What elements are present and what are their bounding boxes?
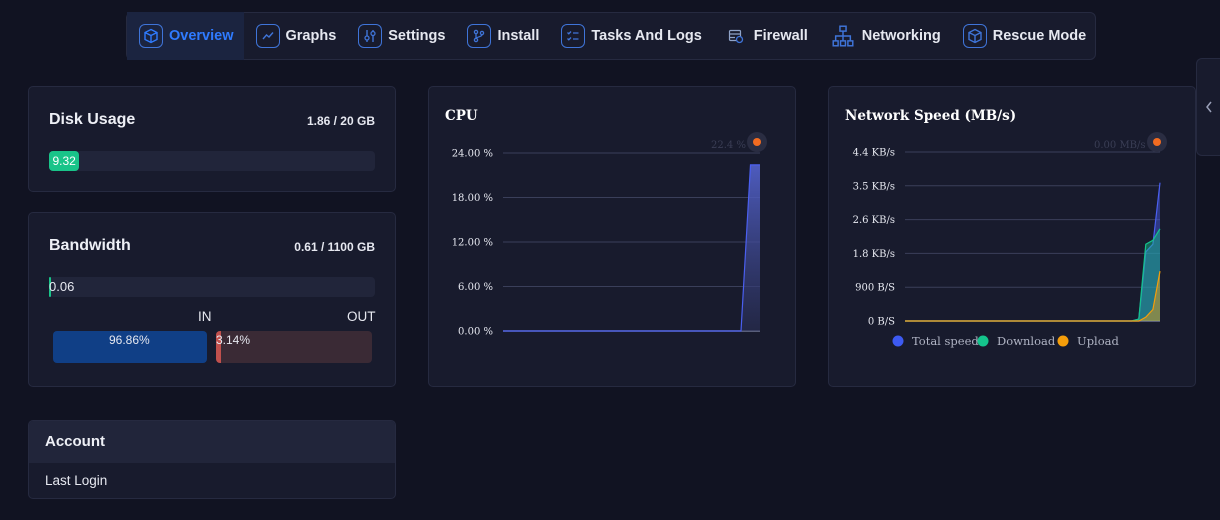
disk-usage-card: Disk Usage 1.86 / 20 GB 9.32 <box>28 86 396 192</box>
cube-icon <box>962 24 987 48</box>
git-branch-icon <box>467 24 492 48</box>
legend-total-marker <box>892 335 904 347</box>
cpu-chart-card: CPU 24.00 % 18.00 % 12.00 % 6.00 % 0.00 % 22… <box>428 86 796 387</box>
nav-tasks-and-logs[interactable]: Tasks And Logs <box>549 12 711 60</box>
net-area-1 <box>905 228 1160 321</box>
cpu-y-tick-label: 24.00 % <box>452 149 493 160</box>
chevron-left-icon <box>1205 101 1212 113</box>
main-nav: Overview Graphs Settings Install Tasks A… <box>126 12 1096 60</box>
legend-upload-label[interactable]: Upload <box>1077 334 1120 348</box>
bandwidth-amount: 0.61 / 1100 GB <box>294 240 375 254</box>
out-value: 3.14% <box>216 333 251 347</box>
bandwidth-card: Bandwidth 0.61 / 1100 GB 0.06 IN OUT 96.… <box>28 212 396 387</box>
legend-download-label[interactable]: Download <box>997 334 1056 348</box>
account-title: Account <box>45 433 105 450</box>
nav-label: Rescue Mode <box>992 28 1087 44</box>
out-bar: 3.14% <box>216 331 372 363</box>
firewall-icon <box>724 24 748 48</box>
legend-upload-marker <box>1057 335 1069 347</box>
net-y-tick-label: 900 B/S <box>855 283 895 294</box>
nav-label: Firewall <box>753 28 808 44</box>
cpu-y-tick-label: 12.00 % <box>452 238 493 249</box>
in-label: IN <box>198 309 212 324</box>
sliders-icon <box>358 24 383 48</box>
nav-firewall[interactable]: Firewall <box>712 12 818 60</box>
nav-label: Overview <box>169 28 234 44</box>
nav-label: Install <box>497 28 540 44</box>
nav-overview[interactable]: Overview <box>127 12 244 60</box>
bandwidth-title: Bandwidth <box>49 237 131 254</box>
net-area-0 <box>905 182 1160 321</box>
net-y-tick-label: 0 B/S <box>868 317 895 328</box>
disk-usage-amount: 1.86 / 20 GB <box>306 114 375 128</box>
legend-download-marker <box>977 335 989 347</box>
cpu-area <box>503 164 760 331</box>
in-value: 96.86% <box>109 333 150 347</box>
nav-label: Settings <box>388 28 446 44</box>
nav-rescue-mode[interactable]: Rescue Mode <box>951 12 1096 60</box>
net-y-tick-label: 2.6 KB/s <box>853 215 895 226</box>
disk-usage-fill: 9.32 <box>49 151 80 171</box>
nav-install[interactable]: Install <box>455 12 549 60</box>
net-y-tick-label: 1.8 KB/s <box>853 249 895 260</box>
cpu-line <box>503 164 760 332</box>
network-chart-card: Network Speed (MB/s) 4.4 KB/s 3.5 KB/s 2.6… <box>828 86 1196 387</box>
account-card: Account Last Login <box>28 420 396 499</box>
net-marker-dot <box>1153 138 1161 146</box>
nav-label: Tasks And Logs <box>591 28 702 44</box>
bandwidth-value: 0.06 <box>49 279 75 294</box>
sidebar-toggle[interactable] <box>1196 58 1220 156</box>
account-header: Account <box>29 421 395 463</box>
in-bar: 96.86% <box>53 331 207 363</box>
cpu-tooltip-text: 22.4 % <box>711 140 746 151</box>
last-login-label: Last Login <box>45 473 108 488</box>
network-icon <box>830 24 856 48</box>
net-line-2 <box>905 270 1161 322</box>
nav-settings[interactable]: Settings <box>346 12 455 60</box>
net-line-0 <box>905 182 1161 322</box>
cpu-y-tick-label: 0.00 % <box>458 327 493 338</box>
out-label: OUT <box>347 309 376 324</box>
disk-usage-bar: 9.32 <box>49 151 375 171</box>
net-legend: Total speed Download Upload <box>892 334 1120 348</box>
cpu-chart: 24.00 % 18.00 % 12.00 % 6.00 % 0.00 % 22.4 % <box>452 132 767 338</box>
nav-graphs[interactable]: Graphs <box>244 12 347 60</box>
net-y-tick-label: 3.5 KB/s <box>853 181 895 192</box>
cube-icon <box>139 24 163 48</box>
net-y-tick-label: 4.4 KB/s <box>853 148 895 159</box>
cpu-y-tick-label: 18.00 % <box>452 193 493 204</box>
net-line-1 <box>905 228 1161 322</box>
nav-label: Graphs <box>285 28 337 44</box>
checklist-icon <box>561 24 586 48</box>
cpu-marker-dot <box>753 138 761 146</box>
legend-total-label[interactable]: Total speed <box>912 334 979 348</box>
cpu-y-tick-label: 6.00 % <box>458 282 493 293</box>
disk-usage-title: Disk Usage <box>49 111 136 128</box>
nav-networking[interactable]: Networking <box>818 12 951 60</box>
net-tooltip-text: 0.00 MB/s <box>1094 140 1146 151</box>
network-chart: 4.4 KB/s 3.5 KB/s 2.6 KB/s 1.8 KB/s 900 B/S 0… <box>853 132 1167 348</box>
nav-label: Networking <box>861 28 941 44</box>
bandwidth-bar: 0.06 <box>49 277 375 297</box>
line-chart-icon <box>255 24 280 48</box>
net-area-2 <box>905 271 1160 321</box>
